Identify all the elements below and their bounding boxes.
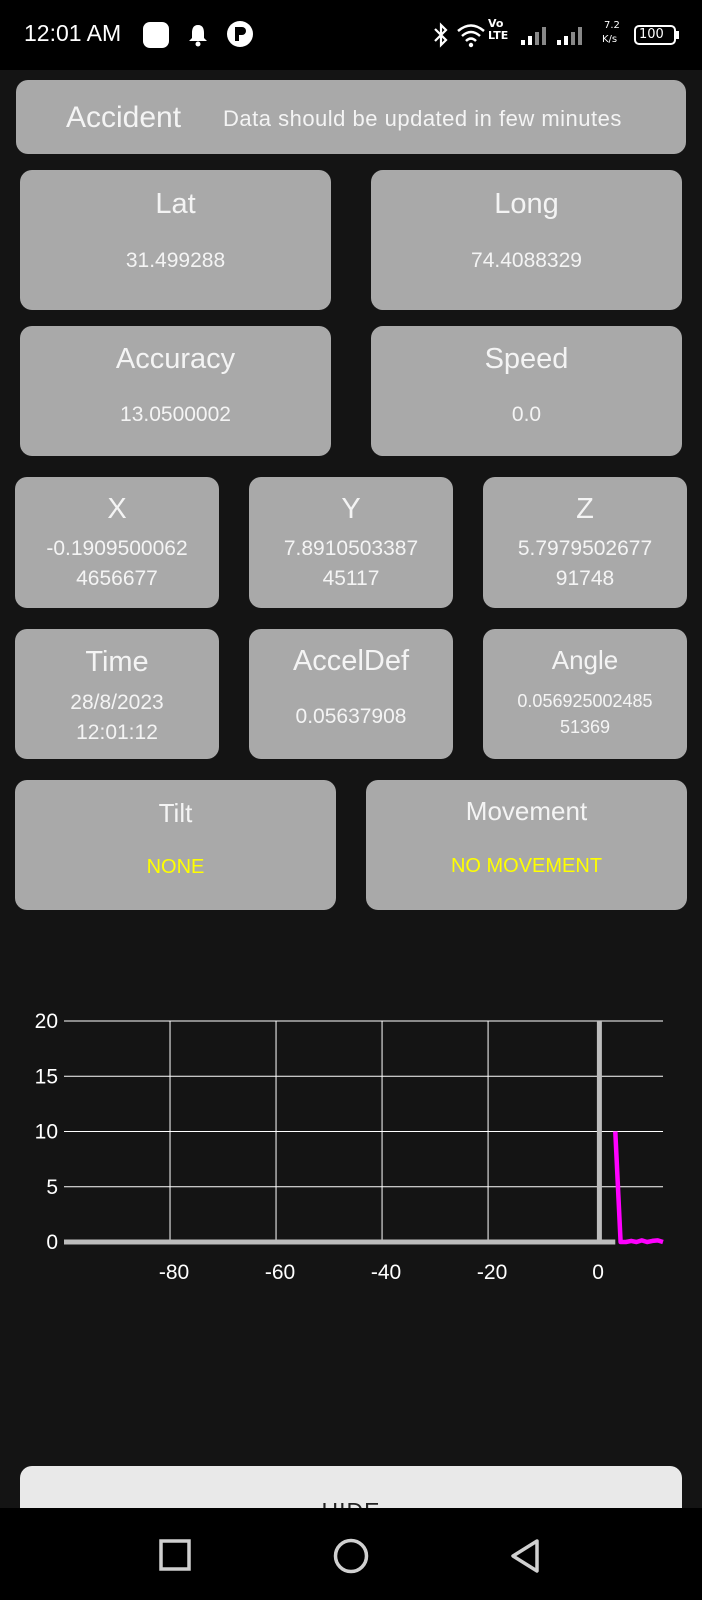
battery-level: 100 (639, 27, 664, 42)
wifi-icon (456, 22, 486, 52)
signal-2-icon (556, 24, 584, 50)
header-message: Data should be updated in few minutes (223, 106, 622, 131)
navigation-bar (0, 1508, 702, 1600)
speed-card: Speed 0.0 (371, 326, 682, 456)
angle-card: Angle 0.056925002485 51369 (483, 629, 687, 759)
angle-value-line2: 51369 (559, 717, 611, 737)
y-tick-label: 5 (46, 1176, 58, 1199)
recent-apps-button[interactable] (158, 1538, 192, 1576)
z-card: Z 5.7979502677 91748 (483, 477, 687, 608)
signal-1-icon (520, 24, 548, 50)
back-button[interactable] (508, 1538, 542, 1578)
long-label: Long (494, 188, 559, 220)
x-tick-label: -20 (477, 1261, 507, 1284)
time-value-clock: 12:01:12 (76, 721, 158, 744)
x-tick-label: 0 (592, 1261, 604, 1284)
home-button[interactable] (332, 1537, 370, 1579)
movement-value: NO MOVEMENT (450, 855, 603, 877)
status-bar: 12:01 AM Vo LTE 7.2 K/s 100 (0, 0, 702, 70)
tilt-label: Tilt (158, 798, 193, 828)
bluetooth-icon (432, 22, 450, 52)
z-label: Z (576, 493, 594, 525)
chart-x-tick-labels: -80 -60 -40 -20 0 (159, 1261, 604, 1284)
header-title: Accident (66, 101, 182, 134)
long-card: Long 74.4088329 (371, 170, 682, 310)
z-value-line1: 5.7979502677 (517, 537, 653, 560)
accident-header: Accident Data should be updated in few m… (16, 80, 686, 154)
time-value-date: 28/8/2023 (70, 691, 164, 714)
acceldef-value: 0.05637908 (295, 705, 407, 728)
volte-label: Vo LTE (488, 17, 509, 42)
app-content: Accident Data should be updated in few m… (0, 70, 702, 1556)
notification-bell-icon (186, 22, 210, 52)
lat-label: Lat (155, 188, 196, 220)
acceldef-card: AccelDef 0.05637908 (249, 629, 453, 759)
chart-y-tick-labels: 0 5 10 15 20 (35, 1010, 58, 1254)
net-speed-unit: K/s (602, 34, 618, 45)
y-label: Y (341, 493, 361, 525)
angle-label: Angle (551, 645, 619, 675)
tilt-value: NONE (146, 856, 205, 878)
accuracy-card: Accuracy 13.0500002 (20, 326, 331, 456)
accuracy-label: Accuracy (115, 343, 236, 375)
lat-card: Lat 31.499288 (20, 170, 331, 310)
chart-grid (64, 1020, 663, 1242)
x-value-line1: -0.1909500062 (46, 537, 188, 560)
lat-value: 31.499288 (125, 249, 226, 272)
time-label: Time (85, 646, 149, 678)
speed-value: 0.0 (511, 403, 542, 426)
speed-label: Speed (484, 343, 569, 375)
angle-value-line1: 0.056925002485 (517, 691, 653, 711)
time-card: Time 28/8/2023 12:01:12 (15, 629, 219, 759)
long-value: 74.4088329 (471, 249, 582, 272)
x-card: X -0.1909500062 4656677 (15, 477, 219, 608)
movement-label: Movement (465, 796, 588, 826)
y-value-line1: 7.8910503387 (283, 537, 419, 560)
y-tick-label: 20 (35, 1010, 58, 1033)
battery-icon: 100 (634, 24, 679, 46)
y-tick-label: 10 (35, 1121, 58, 1144)
sensor-line-chart: 0 5 10 15 20 -80 -60 -40 -20 0 (35, 1010, 664, 1284)
x-tick-label: -40 (371, 1261, 401, 1284)
app-p-icon (226, 20, 254, 52)
y-value-line2: 45117 (322, 567, 380, 590)
x-tick-label: -80 (159, 1261, 189, 1284)
tilt-card: Tilt NONE (15, 780, 336, 910)
movement-card: Movement NO MOVEMENT (366, 780, 687, 910)
z-value-line2: 91748 (555, 567, 615, 590)
x-label: X (107, 493, 127, 525)
status-time: 12:01 AM (24, 20, 122, 46)
y-card: Y 7.8910503387 45117 (249, 477, 453, 608)
app-square-icon (142, 21, 170, 53)
acceldef-label: AccelDef (292, 645, 410, 677)
x-value-line2: 4656677 (76, 567, 158, 590)
x-tick-label: -60 (265, 1261, 295, 1284)
y-tick-label: 0 (46, 1231, 58, 1254)
accuracy-value: 13.0500002 (120, 403, 231, 426)
y-tick-label: 15 (35, 1065, 58, 1088)
net-speed-value: 7.2 (604, 20, 620, 31)
